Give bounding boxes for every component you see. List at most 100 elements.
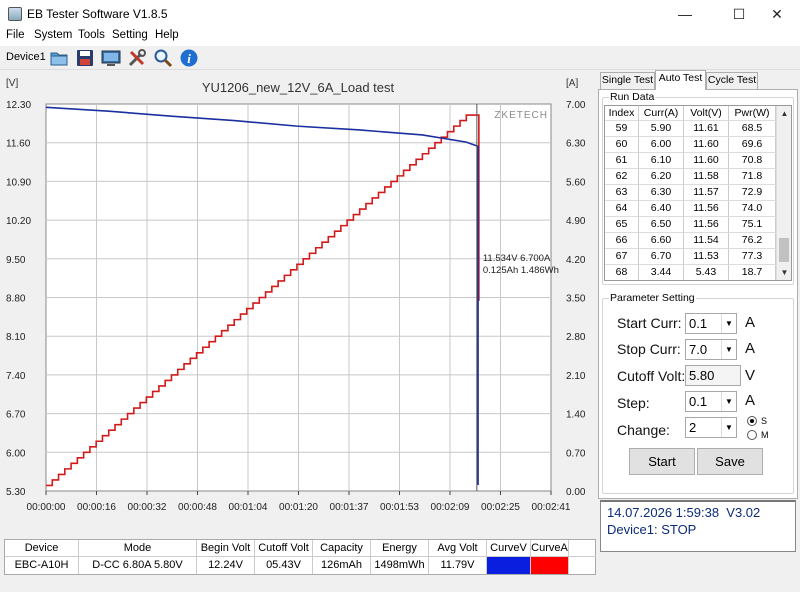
info-icon[interactable]: i xyxy=(178,47,200,69)
run-data-cell: 5.43 xyxy=(684,265,729,280)
scroll-up-icon[interactable]: ▲ xyxy=(777,106,791,121)
run-data-cell: 11.53 xyxy=(684,249,729,265)
chart-panel: [V] [A] YU1206_new_12V_6A_Load test 00:0… xyxy=(0,70,596,536)
summary-header-row: Device Mode Begin Volt Cutoff Volt Capacity E… xyxy=(5,540,597,557)
tools-icon[interactable] xyxy=(126,47,148,69)
watermark: ZKETECH xyxy=(494,110,548,121)
radio-seconds[interactable] xyxy=(747,416,757,426)
summary-cell-2: 12.24V xyxy=(197,557,255,574)
run-data-table[interactable]: ▲ ▼ Index Curr(A) Volt(V) Pwr(W) 59 5.90 11.61… xyxy=(604,105,792,281)
window-title: EB Tester Software V1.8.5 xyxy=(27,7,168,21)
run-data-header-2: Volt(V) xyxy=(684,106,729,121)
y-left-tick-label: 6.70 xyxy=(6,410,26,421)
change-select[interactable]: 2 ▼ xyxy=(685,417,737,438)
run-data-cell: 74.0 xyxy=(729,201,776,217)
run-data-cell: 72.9 xyxy=(729,185,776,201)
run-data-row: 65 6.50 11.56 75.1 xyxy=(605,217,776,233)
run-data-header-1: Curr(A) xyxy=(639,106,684,121)
scroll-down-icon[interactable]: ▼ xyxy=(777,265,791,280)
x-tick-label: 00:00:32 xyxy=(128,502,167,513)
step-select[interactable]: 0.1 ▼ xyxy=(685,391,737,412)
run-data-cell: 11.56 xyxy=(684,217,729,233)
summary-header-0: Device xyxy=(5,540,79,557)
save-button[interactable]: Save xyxy=(697,448,763,475)
summary-header-8: CurveA xyxy=(531,540,569,557)
open-folder-icon[interactable] xyxy=(48,47,70,69)
zoom-icon[interactable] xyxy=(152,47,174,69)
curve-v-swatch xyxy=(487,557,531,574)
device-label: Device1 xyxy=(6,51,46,63)
run-data-cell: 6.30 xyxy=(639,185,684,201)
chevron-down-icon: ▼ xyxy=(721,340,736,359)
tab-single-test[interactable]: Single Test xyxy=(600,72,655,89)
stop-curr-select[interactable]: 7.0 ▼ xyxy=(685,339,737,360)
device-status: Device1: STOP xyxy=(607,522,697,537)
cutoff-volt-unit: V xyxy=(745,367,756,384)
firmware-version: V3.02 xyxy=(726,505,761,520)
step-label: Step: xyxy=(617,395,650,411)
summary-cell-5: 1498mWh xyxy=(371,557,429,574)
menu-system[interactable]: System xyxy=(34,29,72,41)
y-right-tick-label: 0.00 xyxy=(566,487,586,498)
cutoff-volt-label: Cutoff Volt: xyxy=(617,368,686,384)
run-data-cell: 5.90 xyxy=(639,121,684,137)
change-value: 2 xyxy=(689,420,697,435)
summary-header-4: Capacity xyxy=(313,540,371,557)
stop-curr-value: 7.0 xyxy=(689,342,708,357)
run-data-cell: 11.60 xyxy=(684,153,729,169)
cutoff-volt-input[interactable]: 5.80 xyxy=(685,365,741,386)
x-tick-label: 00:01:37 xyxy=(330,502,369,513)
run-data-row: 60 6.00 11.60 69.6 xyxy=(605,137,776,153)
run-data-cell: 70.8 xyxy=(729,153,776,169)
menu-help[interactable]: Help xyxy=(155,29,179,41)
run-data-cell: 6.00 xyxy=(639,137,684,153)
run-data-scrollbar[interactable]: ▲ ▼ xyxy=(776,106,791,280)
chart-plot[interactable]: 00:00:00 00:00:16 00:00:32 00:00:48 00:01:04… xyxy=(0,70,596,536)
y-left-tick-label: 5.30 xyxy=(6,487,26,498)
run-data-cell: 63 xyxy=(605,185,639,201)
run-data-cell: 69.6 xyxy=(729,137,776,153)
run-data-row: 67 6.70 11.53 77.3 xyxy=(605,249,776,265)
run-data-cell: 6.60 xyxy=(639,233,684,249)
run-data-cell: 11.60 xyxy=(684,137,729,153)
x-tick-label: 00:00:16 xyxy=(77,502,116,513)
radio-minutes[interactable] xyxy=(747,430,757,440)
save-icon[interactable] xyxy=(74,47,96,69)
run-data-row: 61 6.10 11.60 70.8 xyxy=(605,153,776,169)
status-panel: 14.07.2026 1:59:38 V3.02 Device1: STOP xyxy=(600,500,796,552)
menu-file[interactable]: File xyxy=(6,29,25,41)
monitor-icon[interactable] xyxy=(100,47,122,69)
step-value: 0.1 xyxy=(689,394,708,409)
x-tick-label: 00:01:20 xyxy=(279,502,318,513)
run-data-cell: 67 xyxy=(605,249,639,265)
summary-header-6: Avg Volt xyxy=(429,540,487,557)
menu-tools[interactable]: Tools xyxy=(78,29,105,41)
y-left-tick-label: 6.00 xyxy=(6,448,26,459)
tab-cycle-test[interactable]: Cycle Test xyxy=(706,72,758,89)
run-data-row: 62 6.20 11.58 71.8 xyxy=(605,169,776,185)
run-data-cell: 68 xyxy=(605,265,639,280)
tab-auto-test[interactable]: Auto Test xyxy=(655,70,706,90)
close-button[interactable]: ✕ xyxy=(754,0,800,28)
summary-cell-0: EBC-A10H xyxy=(5,557,79,574)
step-unit: A xyxy=(745,392,756,409)
x-tick-label: 00:01:04 xyxy=(229,502,268,513)
menu-setting[interactable]: Setting xyxy=(112,29,148,41)
x-tick-label: 00:02:25 xyxy=(481,502,520,513)
scroll-thumb[interactable] xyxy=(779,238,789,262)
y-right-tick-label: 6.30 xyxy=(566,139,586,150)
summary-header-3: Cutoff Volt xyxy=(255,540,313,557)
run-data-cell: 6.10 xyxy=(639,153,684,169)
status-datetime: 14.07.2026 1:59:38 V3.02 xyxy=(607,505,760,520)
y-right-tick-label: 2.10 xyxy=(566,371,586,382)
x-tick-label: 00:01:53 xyxy=(380,502,419,513)
title-bar: EB Tester Software V1.8.5 — ☐ ✕ xyxy=(0,0,800,28)
run-data-cell: 60 xyxy=(605,137,639,153)
start-curr-select[interactable]: 0.1 ▼ xyxy=(685,313,737,334)
run-data-label: Run Data xyxy=(609,91,656,103)
run-data-cell: 11.57 xyxy=(684,185,729,201)
start-button[interactable]: Start xyxy=(629,448,695,475)
y-left-tick-label: 7.40 xyxy=(6,371,26,382)
minimize-button[interactable]: — xyxy=(662,0,708,28)
run-data-cell: 6.50 xyxy=(639,217,684,233)
